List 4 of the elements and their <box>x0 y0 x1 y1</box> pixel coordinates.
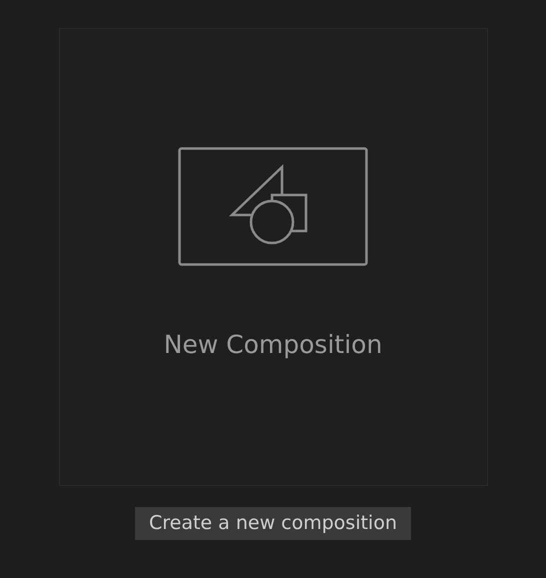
composition-card[interactable]: New Composition <box>58 28 488 486</box>
tooltip: Create a new composition <box>134 507 411 540</box>
composition-icon <box>178 147 368 266</box>
card-label: New Composition <box>164 332 382 357</box>
